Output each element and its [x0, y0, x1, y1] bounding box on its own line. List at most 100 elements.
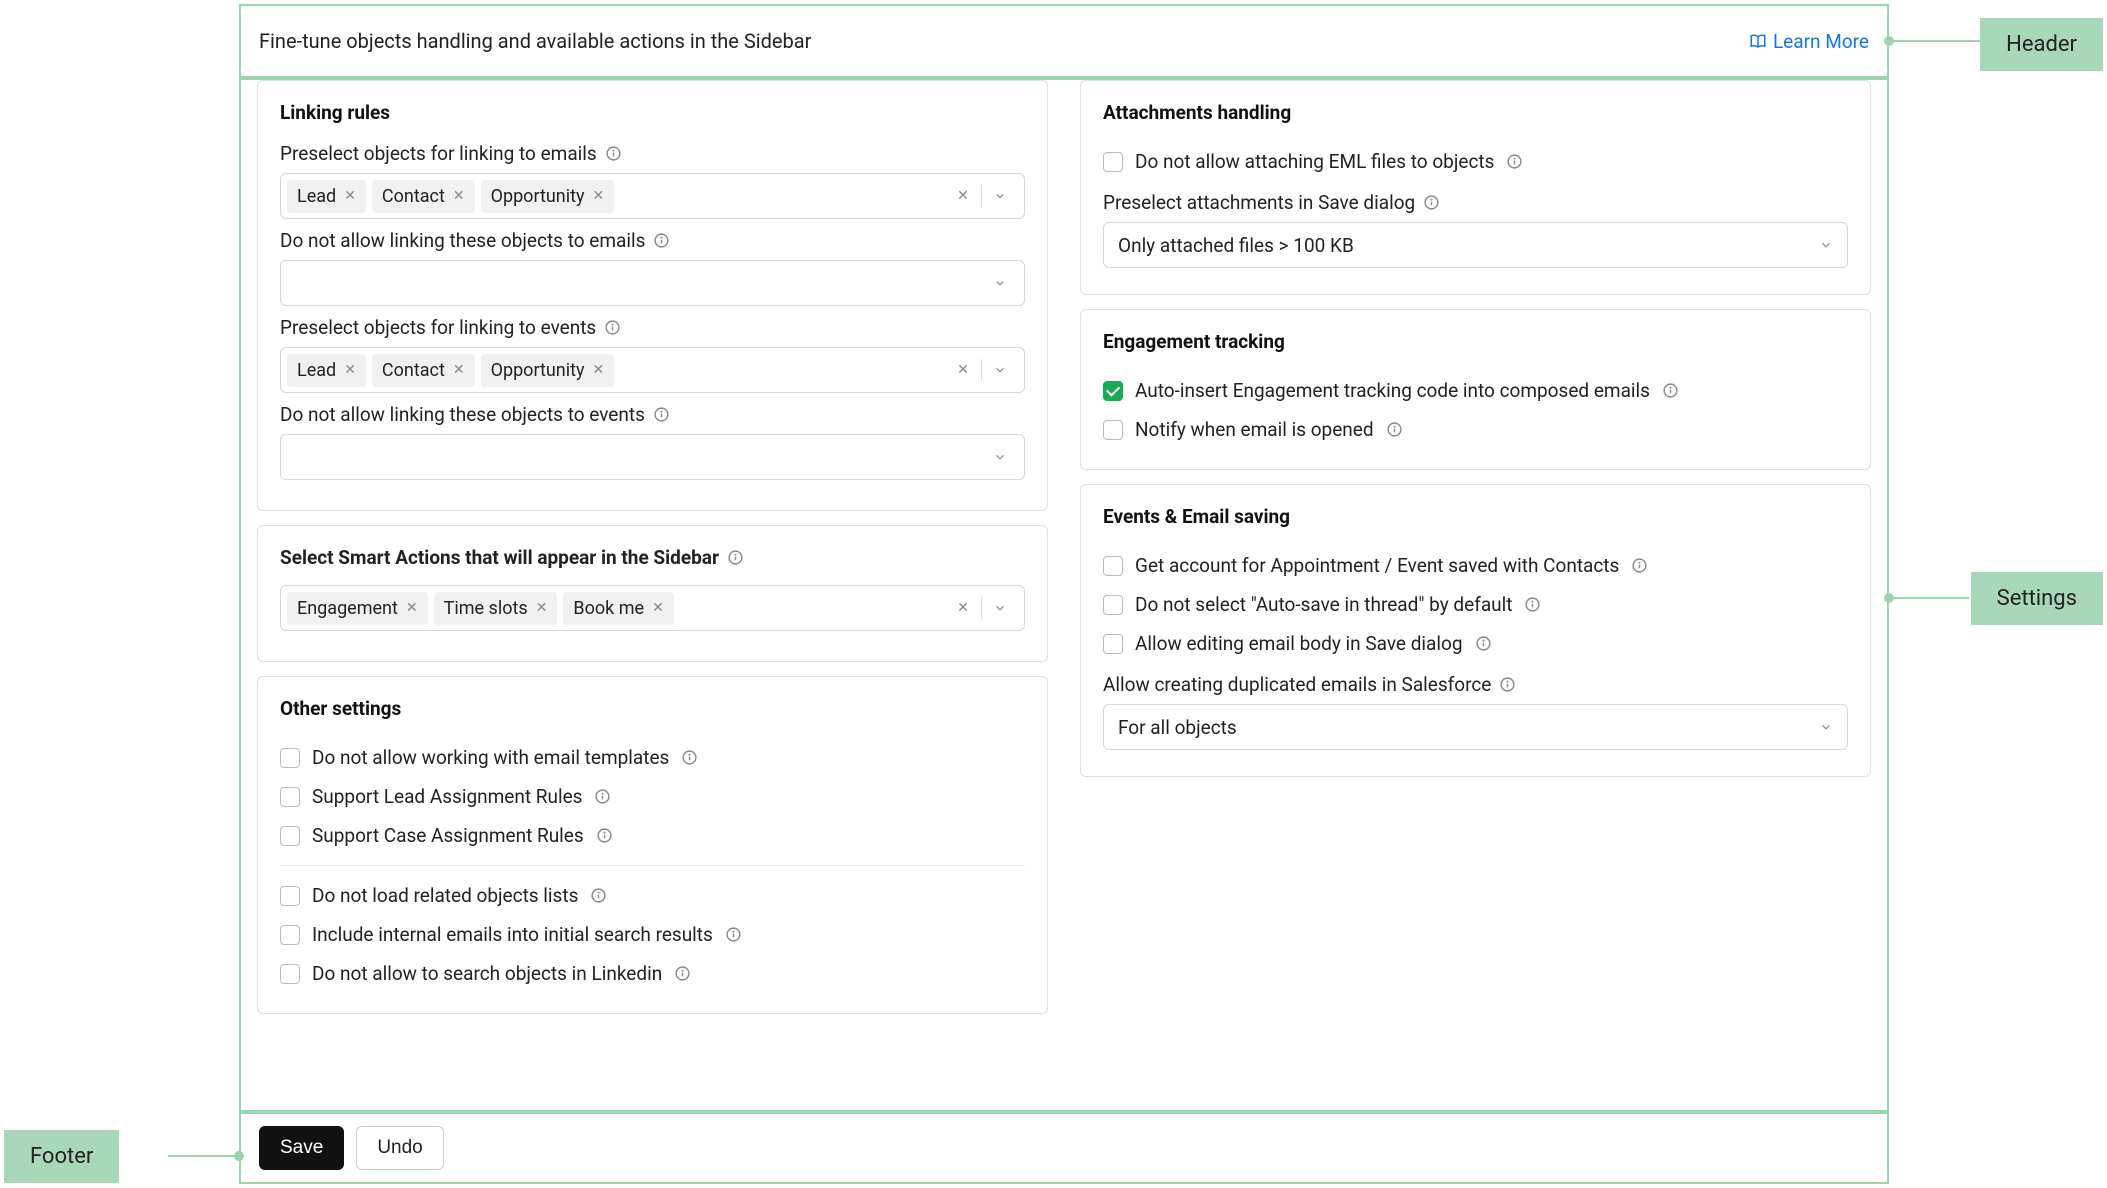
callout-dot-settings	[1884, 593, 1894, 603]
checkbox-lead-rules[interactable]	[280, 787, 300, 807]
card-title-saving: Events & Email saving	[1103, 505, 1848, 528]
chevron-down-icon[interactable]	[982, 441, 1018, 473]
label-dup-emails: Allow creating duplicated emails in Sale…	[1103, 673, 1848, 696]
info-icon[interactable]	[1386, 421, 1403, 438]
info-icon[interactable]	[1662, 382, 1679, 399]
clear-icon[interactable]: ✕	[945, 592, 981, 624]
check-no-autosave: Do not select "Auto-save in thread" by d…	[1103, 585, 1848, 624]
info-icon[interactable]	[1499, 676, 1516, 693]
checkbox-no-linkedin[interactable]	[280, 964, 300, 984]
undo-button[interactable]: Undo	[356, 1126, 443, 1170]
check-allow-edit: Allow editing email body in Save dialog	[1103, 624, 1848, 663]
info-icon[interactable]	[727, 549, 744, 566]
clear-icon[interactable]: ✕	[945, 354, 981, 386]
label-disallow-emails: Do not allow linking these objects to em…	[280, 229, 1025, 252]
tagbox-disallow-emails[interactable]	[280, 260, 1025, 306]
tag-remove-icon[interactable]: ✕	[406, 600, 418, 616]
info-icon[interactable]	[594, 788, 611, 805]
clear-icon[interactable]: ✕	[945, 180, 981, 212]
card-attachments: Attachments handling Do not allow attach…	[1080, 80, 1871, 295]
checkbox-allow-edit[interactable]	[1103, 634, 1123, 654]
card-title-other: Other settings	[280, 697, 1025, 720]
tag-lead: Lead✕	[287, 180, 366, 213]
info-icon[interactable]	[1475, 635, 1492, 652]
learn-more-label: Learn More	[1773, 30, 1869, 53]
callout-dot-footer	[234, 1151, 244, 1161]
tag-remove-icon[interactable]: ✕	[453, 362, 465, 378]
callout-line-footer	[168, 1155, 239, 1157]
tagbox-disallow-events[interactable]	[280, 434, 1025, 480]
info-icon[interactable]	[681, 749, 698, 766]
card-smart-actions: Select Smart Actions that will appear in…	[257, 525, 1048, 662]
check-case-rules: Support Case Assignment Rules	[280, 816, 1025, 855]
info-icon[interactable]	[725, 926, 742, 943]
card-title-attachments: Attachments handling	[1103, 101, 1848, 124]
select-value: For all objects	[1118, 716, 1237, 739]
learn-more-link[interactable]: Learn More	[1749, 30, 1869, 53]
tag-book-me: Book me✕	[563, 592, 673, 625]
info-icon[interactable]	[605, 145, 622, 162]
card-linking-rules: Linking rules Preselect objects for link…	[257, 80, 1048, 511]
callout-footer: Footer	[4, 1130, 119, 1183]
info-icon[interactable]	[653, 232, 670, 249]
check-auto-insert: Auto-insert Engagement tracking code int…	[1103, 371, 1848, 410]
checkbox-templates[interactable]	[280, 748, 300, 768]
save-button[interactable]: Save	[259, 1126, 344, 1170]
label-disallow-events: Do not allow linking these objects to ev…	[280, 403, 1025, 426]
label-preselect-emails: Preselect objects for linking to emails	[280, 142, 1025, 165]
check-include-internal: Include internal emails into initial sea…	[280, 915, 1025, 954]
tag-remove-icon[interactable]: ✕	[593, 362, 605, 378]
tagbox-preselect-events[interactable]: Lead✕ Contact✕ Opportunity✕ ✕	[280, 347, 1025, 393]
checkbox-auto-insert[interactable]	[1103, 381, 1123, 401]
check-notify-open: Notify when email is opened	[1103, 410, 1848, 449]
chevron-down-icon[interactable]	[982, 267, 1018, 299]
info-icon[interactable]	[674, 965, 691, 982]
checkbox-no-related[interactable]	[280, 886, 300, 906]
info-icon[interactable]	[1423, 194, 1440, 211]
label-no-eml: Do not allow attaching EML files to obje…	[1135, 150, 1494, 173]
card-engagement: Engagement tracking Auto-insert Engageme…	[1080, 309, 1871, 470]
check-no-related: Do not load related objects lists	[280, 876, 1025, 915]
chevron-down-icon	[1819, 238, 1833, 252]
chevron-down-icon[interactable]	[982, 180, 1018, 212]
divider	[280, 865, 1025, 866]
checkbox-get-account[interactable]	[1103, 556, 1123, 576]
select-preselect-attachments[interactable]: Only attached files > 100 KB	[1103, 222, 1848, 268]
chevron-down-icon[interactable]	[982, 354, 1018, 386]
checkbox-include-internal[interactable]	[280, 925, 300, 945]
tag-remove-icon[interactable]: ✕	[593, 188, 605, 204]
tag-opportunity: Opportunity✕	[481, 180, 615, 213]
tagbox-preselect-emails[interactable]: Lead✕ Contact✕ Opportunity✕ ✕	[280, 173, 1025, 219]
tag-remove-icon[interactable]: ✕	[344, 362, 356, 378]
callout-line-settings	[1889, 597, 1969, 599]
info-icon[interactable]	[1631, 557, 1648, 574]
info-icon[interactable]	[590, 887, 607, 904]
info-icon[interactable]	[1524, 596, 1541, 613]
info-icon[interactable]	[596, 827, 613, 844]
tag-remove-icon[interactable]: ✕	[536, 600, 548, 616]
tag-remove-icon[interactable]: ✕	[344, 188, 356, 204]
checkbox-notify-open[interactable]	[1103, 420, 1123, 440]
label-include-internal: Include internal emails into initial sea…	[312, 923, 713, 946]
info-icon[interactable]	[653, 406, 670, 423]
check-get-account: Get account for Appointment / Event save…	[1103, 546, 1848, 585]
info-icon[interactable]	[604, 319, 621, 336]
card-other-settings: Other settings Do not allow working with…	[257, 676, 1048, 1014]
callout-line-header	[1889, 40, 1989, 42]
callout-dot-header	[1884, 36, 1894, 46]
tagbox-smart-actions[interactable]: Engagement✕ Time slots✕ Book me✕ ✕	[280, 585, 1025, 631]
checkbox-no-autosave[interactable]	[1103, 595, 1123, 615]
select-dup-emails[interactable]: For all objects	[1103, 704, 1848, 750]
chevron-down-icon[interactable]	[982, 592, 1018, 624]
card-title-engagement: Engagement tracking	[1103, 330, 1848, 353]
label-templates: Do not allow working with email template…	[312, 746, 669, 769]
info-icon[interactable]	[1506, 153, 1523, 170]
header-title: Fine-tune objects handling and available…	[259, 29, 811, 53]
tag-remove-icon[interactable]: ✕	[453, 188, 465, 204]
checkbox-no-eml[interactable]	[1103, 152, 1123, 172]
checkbox-case-rules[interactable]	[280, 826, 300, 846]
label-auto-insert: Auto-insert Engagement tracking code int…	[1135, 379, 1650, 402]
card-title-linking: Linking rules	[280, 101, 1025, 124]
label-lead-rules: Support Lead Assignment Rules	[312, 785, 582, 808]
tag-remove-icon[interactable]: ✕	[652, 600, 664, 616]
